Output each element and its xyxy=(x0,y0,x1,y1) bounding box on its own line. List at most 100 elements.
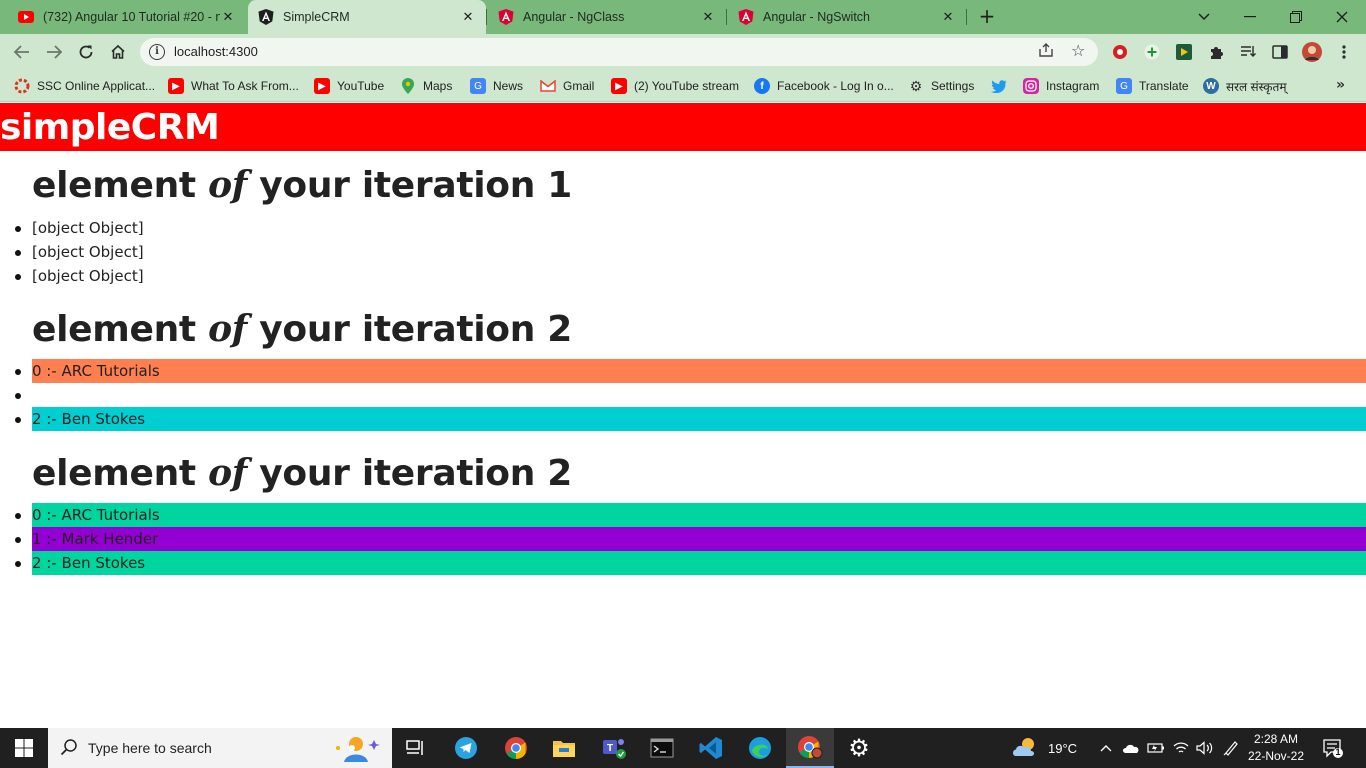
gmail-icon xyxy=(540,78,556,94)
pen-icon[interactable] xyxy=(1223,728,1239,768)
angular-icon xyxy=(498,9,514,25)
list-item: 0 :- ARC Tutorials xyxy=(0,359,1366,383)
news-icon: G xyxy=(470,78,486,94)
file-explorer-icon[interactable] xyxy=(540,728,588,768)
system-clock[interactable]: 2:28 AM 22-Nov-22 xyxy=(1246,731,1306,765)
clock-date: 22-Nov-22 xyxy=(1247,749,1305,763)
address-bar[interactable]: i localhost:4300 ☆ xyxy=(140,38,1098,66)
section-heading: element of your iteration 2 xyxy=(32,452,573,494)
plus-extension-icon[interactable] xyxy=(1142,42,1162,62)
bookmark-item[interactable]: ⚙ Settings xyxy=(908,76,975,96)
weather-widget[interactable]: 19°C xyxy=(1012,728,1077,768)
battery-icon[interactable] xyxy=(1147,728,1165,768)
bookmark-item[interactable]: ▶ YouTube xyxy=(314,76,384,96)
notification-count-badge: 1 xyxy=(1335,747,1341,757)
tab-angular-tutorial-video[interactable]: (732) Angular 10 Tutorial #20 - n ✕ xyxy=(8,0,246,34)
tab-search-button[interactable] xyxy=(1181,0,1227,34)
tab-separator xyxy=(486,9,487,25)
bookmarks-overflow-icon[interactable]: » xyxy=(1336,77,1345,93)
bookmark-item[interactable]: Instagram xyxy=(1023,76,1099,96)
angular-icon xyxy=(738,9,754,25)
reload-button[interactable] xyxy=(74,40,98,64)
list-item: [object Object] xyxy=(0,216,1366,240)
youtube-icon: ▶ xyxy=(314,78,330,94)
wifi-icon[interactable] xyxy=(1173,728,1189,768)
task-view-icon[interactable] xyxy=(392,728,440,768)
restore-button[interactable] xyxy=(1273,0,1319,34)
weather-temperature: 19°C xyxy=(1048,740,1078,756)
wordpress-icon: W xyxy=(1203,78,1219,94)
close-icon[interactable]: ✕ xyxy=(460,10,476,25)
chrome-icon[interactable] xyxy=(492,728,540,768)
close-icon[interactable]: ✕ xyxy=(940,10,956,25)
facebook-icon: f xyxy=(754,78,770,94)
list-item: 1 :- Mark Hender xyxy=(0,527,1366,551)
menu-kebab-icon[interactable] xyxy=(1334,42,1354,62)
bookmark-item[interactable]: W सरल संस्कृतम् xyxy=(1203,76,1287,96)
profile-avatar[interactable] xyxy=(1302,42,1322,62)
bookmark-label: Gmail xyxy=(563,79,595,93)
search-icon xyxy=(60,738,78,760)
bookmark-item[interactable]: SSC Online Applicat... xyxy=(14,76,155,96)
teams-icon[interactable]: T xyxy=(590,728,638,768)
list-item xyxy=(0,383,1366,407)
bookmark-item[interactable]: Maps xyxy=(400,76,452,96)
settings-gear-icon[interactable]: ⚙ xyxy=(835,728,883,768)
volume-icon[interactable] xyxy=(1196,728,1214,768)
new-tab-button[interactable]: + xyxy=(975,5,999,29)
start-button[interactable] xyxy=(0,728,48,768)
tab-simplecrm[interactable]: SimpleCRM ✕ xyxy=(248,0,486,34)
telegram-icon[interactable] xyxy=(442,728,490,768)
tray-overflow-icon[interactable] xyxy=(1100,728,1112,768)
bookmark-item[interactable]: ▶ What To Ask From... xyxy=(168,76,299,96)
tab-angular-ngswitch[interactable]: Angular - NgSwitch ✕ xyxy=(728,0,966,34)
iteration-list-2: 0 :- ARC Tutorials 2 :- Ben Stokes xyxy=(0,359,1366,431)
site-info-icon[interactable]: i xyxy=(149,44,165,60)
edge-icon[interactable] xyxy=(736,728,784,768)
chrome-profile-icon[interactable] xyxy=(786,728,834,768)
media-extension-icon[interactable] xyxy=(1174,42,1194,62)
taskbar-search-box[interactable]: Type here to search xyxy=(48,728,392,768)
bookmark-item[interactable]: G News xyxy=(470,76,523,96)
bookmark-item[interactable]: f Facebook - Log In o... xyxy=(754,76,894,96)
close-icon[interactable]: ✕ xyxy=(700,10,716,25)
list-item: 0 :- ARC Tutorials xyxy=(0,503,1366,527)
youtube-icon: ▶ xyxy=(611,78,627,94)
bookmark-label: Maps xyxy=(423,79,453,93)
bookmarks-bar: SSC Online Applicat... ▶ What To Ask Fro… xyxy=(0,70,1366,102)
extensions-puzzle-icon[interactable] xyxy=(1206,42,1226,62)
back-button[interactable] xyxy=(10,40,34,64)
bookmark-item[interactable] xyxy=(991,76,1014,96)
url-text[interactable]: localhost:4300 xyxy=(174,44,258,59)
bookmark-label: Translate xyxy=(1139,79,1189,93)
close-icon[interactable]: ✕ xyxy=(220,10,236,25)
minimize-button[interactable] xyxy=(1227,0,1273,34)
forward-button[interactable] xyxy=(42,40,66,64)
list-item: [object Object] xyxy=(0,240,1366,264)
terminal-icon[interactable] xyxy=(638,728,686,768)
share-icon[interactable] xyxy=(1038,43,1054,61)
youtube-icon xyxy=(18,9,34,25)
onedrive-icon[interactable] xyxy=(1122,728,1140,768)
windows-logo-icon xyxy=(15,739,33,757)
bookmark-label: SSC Online Applicat... xyxy=(37,79,156,93)
close-window-button[interactable] xyxy=(1319,0,1365,34)
side-panel-icon[interactable] xyxy=(1270,42,1290,62)
record-extension-icon[interactable] xyxy=(1110,42,1130,62)
vscode-icon[interactable] xyxy=(687,728,735,768)
translate-icon: G xyxy=(1116,78,1132,94)
bookmark-item[interactable]: ▶ (2) YouTube stream xyxy=(611,76,739,96)
bookmark-label: सरल संस्कृतम् xyxy=(1226,79,1287,94)
home-button[interactable] xyxy=(106,40,130,64)
list-item: [object Object] xyxy=(0,264,1366,288)
bookmark-item[interactable]: G Translate xyxy=(1116,76,1189,96)
notifications-button[interactable]: 1 xyxy=(1322,728,1344,768)
bookmark-item[interactable]: Gmail xyxy=(540,76,594,96)
maps-icon xyxy=(400,78,416,94)
list-item: 2 :- Ben Stokes xyxy=(0,551,1366,575)
reading-list-icon[interactable] xyxy=(1238,42,1258,62)
gear-icon: ⚙ xyxy=(909,77,923,94)
bookmark-star-icon[interactable]: ☆ xyxy=(1071,41,1085,60)
bookmark-label: Settings xyxy=(931,79,975,93)
tab-angular-ngclass[interactable]: Angular - NgClass ✕ xyxy=(488,0,726,34)
